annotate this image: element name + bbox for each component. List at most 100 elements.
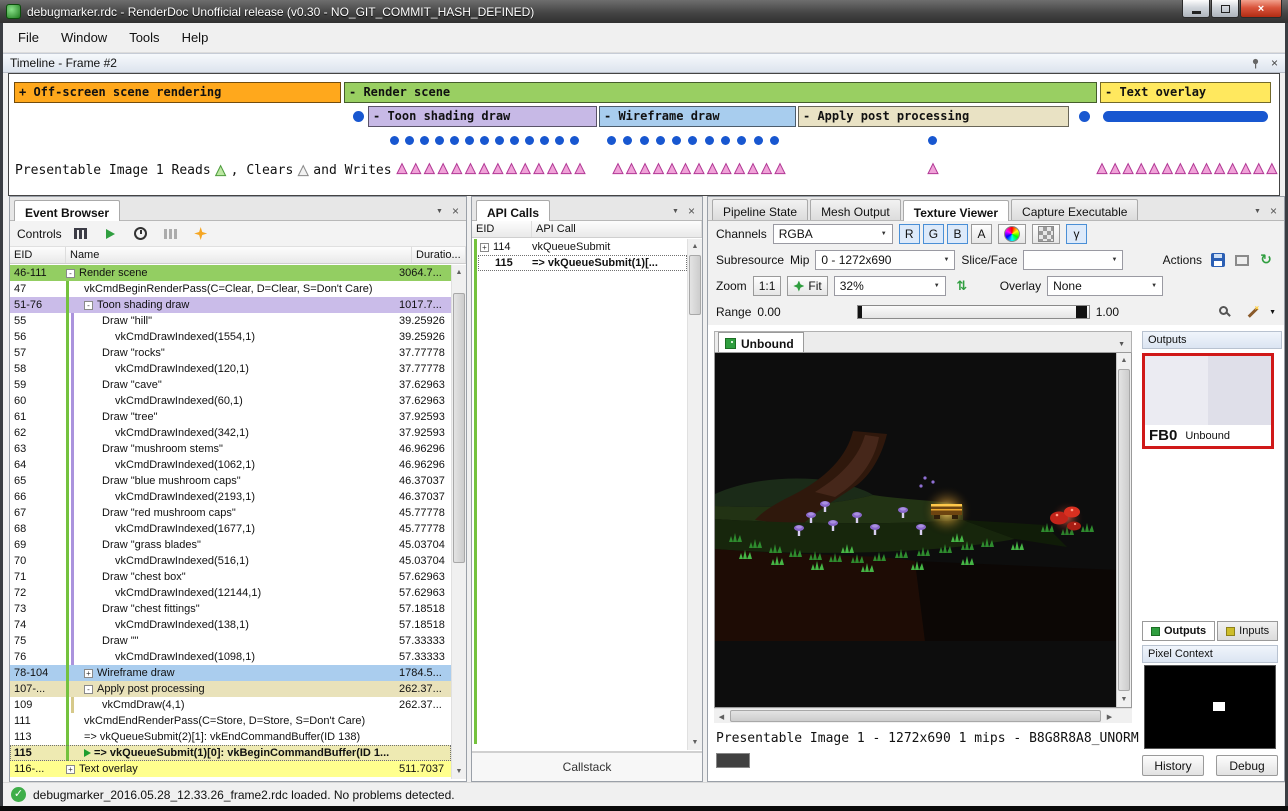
- write-marker-icon[interactable]: ▲: [654, 162, 664, 176]
- draw-event-dot[interactable]: [570, 136, 579, 145]
- write-marker-icon[interactable]: ▲: [1110, 162, 1120, 176]
- event-row[interactable]: 63Draw "mushroom stems"46.96296: [10, 441, 451, 457]
- draw-event-dot[interactable]: [928, 136, 937, 145]
- tab-list-icon[interactable]: ▼: [672, 208, 679, 215]
- scrollbar-thumb[interactable]: [689, 255, 701, 315]
- write-marker-icon[interactable]: ▲: [1267, 162, 1277, 176]
- write-marker-icon[interactable]: ▲: [1136, 162, 1146, 176]
- draw-event-dot[interactable]: [420, 136, 429, 145]
- statistics-button[interactable]: [161, 224, 181, 244]
- draw-event-dot[interactable]: [1079, 111, 1090, 122]
- column-header-api-call[interactable]: API Call: [532, 221, 702, 237]
- draw-event-dot[interactable]: [623, 136, 632, 145]
- write-marker-icon[interactable]: ▲: [1188, 162, 1198, 176]
- event-row[interactable]: 61Draw "tree"37.92593: [10, 409, 451, 425]
- fit-button[interactable]: Fit: [787, 276, 827, 296]
- event-row[interactable]: 58vkCmdDrawIndexed(120,1)37.77778: [10, 361, 451, 377]
- write-marker-icon[interactable]: ▲: [775, 162, 785, 176]
- draw-event-dot[interactable]: [480, 136, 489, 145]
- menu-window[interactable]: Window: [50, 25, 118, 50]
- time-draws-button[interactable]: [131, 224, 151, 244]
- close-timeline-icon[interactable]: ×: [1271, 58, 1278, 68]
- write-marker-icon[interactable]: ▲: [928, 162, 938, 176]
- timeline-marker-bar[interactable]: - Wireframe draw: [599, 106, 796, 127]
- write-marker-icon[interactable]: ▲: [397, 162, 407, 176]
- close-panel-icon[interactable]: ×: [452, 206, 459, 216]
- write-marker-icon[interactable]: ▲: [762, 162, 772, 176]
- debug-button[interactable]: Debug: [1216, 755, 1278, 776]
- event-row[interactable]: 47vkCmdBeginRenderPass(C=Clear, D=Clear,…: [10, 281, 451, 297]
- write-marker-icon[interactable]: ▲: [613, 162, 623, 176]
- texture-tab-list-icon[interactable]: ▼: [1118, 341, 1128, 352]
- tree-expander-icon[interactable]: +: [480, 243, 489, 252]
- draw-event-dot[interactable]: [607, 136, 616, 145]
- event-row[interactable]: 76vkCmdDrawIndexed(1098,1)57.33333: [10, 649, 451, 665]
- write-marker-icon[interactable]: ▲: [1241, 162, 1251, 176]
- scroll-up-icon[interactable]: ▲: [1117, 353, 1131, 368]
- column-header-eid[interactable]: EID: [10, 247, 66, 263]
- write-marker-icon[interactable]: ▲: [507, 162, 517, 176]
- tab-mesh-output[interactable]: Mesh Output: [810, 199, 901, 220]
- tab-unbound[interactable]: Unbound: [718, 332, 804, 352]
- colorwheel-button[interactable]: [998, 224, 1026, 244]
- draw-event-dot[interactable]: [353, 111, 364, 122]
- draw-event-dot[interactable]: [450, 136, 459, 145]
- bookmark-button[interactable]: [191, 224, 211, 244]
- draw-event-dot[interactable]: [737, 136, 746, 145]
- range-black-point-handle[interactable]: [858, 306, 862, 318]
- tree-expander-icon[interactable]: +: [66, 765, 75, 774]
- event-row[interactable]: 115=> vkQueueSubmit(1)[0]: vkBeginComman…: [10, 745, 451, 761]
- title-bar[interactable]: debugmarker.rdc - RenderDoc Unofficial r…: [0, 0, 1288, 23]
- event-browser-scrollbar[interactable]: ▲ ▼: [451, 265, 466, 779]
- write-marker-icon[interactable]: ▲: [640, 162, 650, 176]
- scrollbar-thumb[interactable]: [1118, 369, 1130, 691]
- draw-event-dot[interactable]: [705, 136, 714, 145]
- draw-event-dot[interactable]: [510, 136, 519, 145]
- menu-help[interactable]: Help: [171, 25, 220, 50]
- event-row[interactable]: 107-...-Apply post processing262.37...: [10, 681, 451, 697]
- draw-events-bar[interactable]: [1103, 111, 1268, 122]
- draw-event-dot[interactable]: [721, 136, 730, 145]
- event-row[interactable]: 69Draw "grass blades"45.03704: [10, 537, 451, 553]
- event-row[interactable]: 66vkCmdDrawIndexed(2193,1)46.37037: [10, 489, 451, 505]
- write-marker-icon[interactable]: ▲: [1254, 162, 1264, 176]
- write-marker-icon[interactable]: ▲: [479, 162, 489, 176]
- range-slider[interactable]: [857, 305, 1090, 319]
- viewport-vscroll[interactable]: ▲ ▼: [1116, 353, 1131, 707]
- tab-texture-viewer[interactable]: Texture Viewer: [903, 200, 1009, 221]
- zoom-1to1-button[interactable]: 1:1: [753, 276, 782, 296]
- write-marker-icon[interactable]: ▲: [1162, 162, 1172, 176]
- timeline-marker-bar[interactable]: + Off-screen scene rendering: [14, 82, 341, 103]
- draw-event-dot[interactable]: [640, 136, 649, 145]
- write-marker-icon[interactable]: ▲: [1149, 162, 1159, 176]
- event-row[interactable]: 51-76-Toon shading draw1017.7...: [10, 297, 451, 313]
- event-row[interactable]: 71Draw "chest box"57.62963: [10, 569, 451, 585]
- tree-expander-icon[interactable]: -: [84, 301, 93, 310]
- write-marker-icon[interactable]: ▲: [681, 162, 691, 176]
- write-marker-icon[interactable]: ▲: [735, 162, 745, 176]
- clear-marker-icon[interactable]: ▲: [298, 164, 308, 177]
- channel-b-button[interactable]: B: [947, 224, 968, 244]
- write-marker-icon[interactable]: ▲: [548, 162, 558, 176]
- checkerboard-button[interactable]: [1032, 224, 1060, 244]
- write-marker-icon[interactable]: ▲: [748, 162, 758, 176]
- filter-button[interactable]: [71, 224, 91, 244]
- event-row[interactable]: 75Draw ""57.33333: [10, 633, 451, 649]
- toolbar-overflow-icon[interactable]: ▼: [1269, 309, 1276, 316]
- channel-g-button[interactable]: G: [923, 224, 944, 244]
- event-row[interactable]: 56vkCmdDrawIndexed(1554,1)39.25926: [10, 329, 451, 345]
- event-row[interactable]: 64vkCmdDrawIndexed(1062,1)46.96296: [10, 457, 451, 473]
- write-marker-icon[interactable]: ▲: [1202, 162, 1212, 176]
- event-row[interactable]: 72vkCmdDrawIndexed(12144,1)57.62963: [10, 585, 451, 601]
- scroll-down-icon[interactable]: ▼: [688, 735, 702, 750]
- tab-list-icon[interactable]: ▼: [436, 208, 443, 215]
- draw-event-dot[interactable]: [405, 136, 414, 145]
- tab-inputs[interactable]: Inputs: [1217, 621, 1278, 641]
- write-marker-icon[interactable]: ▲: [708, 162, 718, 176]
- tree-expander-icon[interactable]: -: [66, 269, 75, 278]
- event-row[interactable]: 59Draw "cave"37.62963: [10, 377, 451, 393]
- zoom-dropdown[interactable]: 32%▼: [834, 276, 946, 296]
- draw-event-dot[interactable]: [770, 136, 779, 145]
- tab-pipeline-state[interactable]: Pipeline State: [712, 199, 808, 220]
- open-external-button[interactable]: [1232, 250, 1252, 270]
